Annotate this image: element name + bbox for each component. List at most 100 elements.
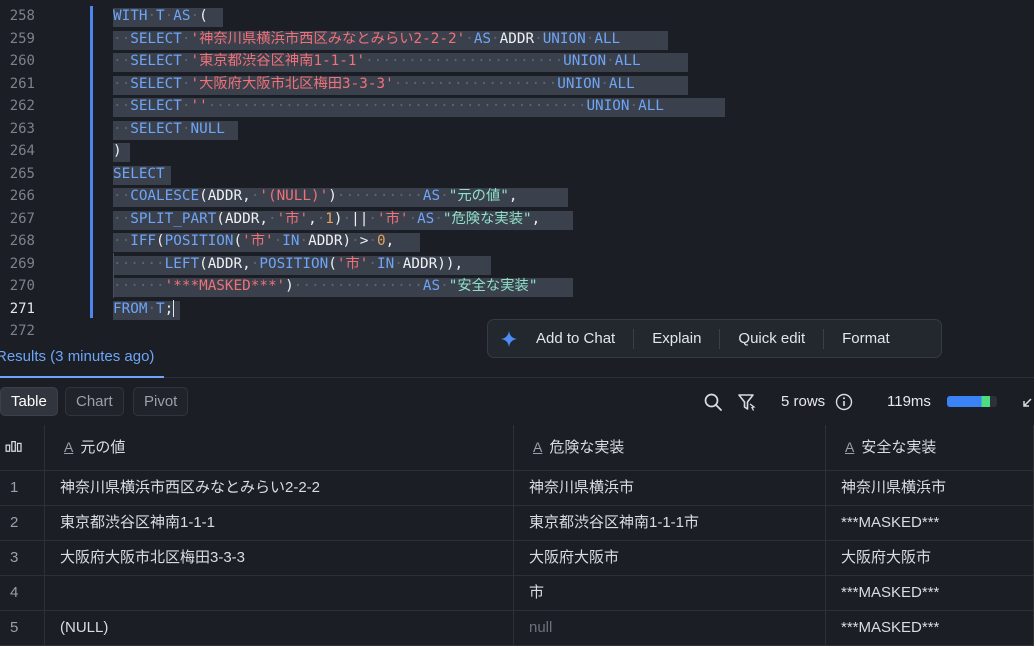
code-line[interactable]: 260 ··SELECT · '東京都渋谷区神南1-1-1'·············… <box>0 50 1034 72</box>
code-line[interactable]: 258 WITH·T·AS·( <box>0 5 1034 27</box>
query-duration: 119ms <box>887 393 931 410</box>
code-text: ··SELECT · '東京都渋谷区神南1-1-1'················… <box>113 50 641 72</box>
info-icon[interactable] <box>835 393 853 411</box>
results-toolbar: Table Chart Pivot 5 rows 119ms <box>0 378 1034 424</box>
code-token: '大阪府大阪市北区梅田3-3-3' <box>190 75 394 92</box>
code-token: SELECT <box>113 165 165 182</box>
code-text: ··IFF(POSITION('市'·IN·ADDR)·>·0, <box>113 230 394 252</box>
column-options-cell[interactable] <box>0 425 45 470</box>
column-header-label: 危険な実装 <box>549 439 625 456</box>
table-row[interactable]: 5 (NULL) null ***MASKED*** <box>0 610 1034 646</box>
table-row[interactable]: 4 市 ***MASKED*** <box>0 575 1034 611</box>
column-header[interactable]: A 元の値 <box>45 425 514 470</box>
table-cell[interactable]: ***MASKED*** <box>826 610 1034 645</box>
table-cell[interactable]: 大阪府大阪市 <box>514 540 826 575</box>
code-token: ALL <box>614 53 641 69</box>
line-number: 263 <box>9 120 35 137</box>
column-header[interactable]: A 安全な実装 <box>826 425 1034 470</box>
row-index: 3 <box>0 540 45 575</box>
line-number: 265 <box>9 165 35 182</box>
code-token: ADDR) <box>308 233 352 249</box>
line-number: 269 <box>9 255 35 272</box>
table-cell[interactable]: 大阪府大阪市北区梅田3-3-3 <box>45 540 514 575</box>
row-index: 1 <box>0 470 45 505</box>
table-cell[interactable]: ***MASKED*** <box>826 505 1034 540</box>
code-line[interactable]: 261 ··SELECT · '大阪府大阪市北区梅田3-3-3'···········… <box>0 73 1034 95</box>
code-token: · <box>368 255 377 272</box>
code-token: IN <box>376 255 395 272</box>
code-token: '***MASKED***' <box>164 278 286 294</box>
code-token: ·· <box>113 53 131 69</box>
table-row[interactable]: 1 神奈川県横浜市西区みなとみらい2-2-2 神奈川県横浜市 神奈川県横浜市 <box>0 470 1034 506</box>
code-token: LEFT <box>164 255 200 272</box>
code-token: · <box>368 233 377 249</box>
sql-editor[interactable]: 258 WITH·T·AS·(259 ··SELECT·'神奈川県横浜市西区みなとみ… <box>0 0 1034 340</box>
table-cell[interactable]: (NULL) <box>45 610 514 645</box>
code-line[interactable]: 262 ··SELECT · ''··························… <box>0 95 1034 117</box>
code-token: AS <box>417 210 435 227</box>
code-line[interactable]: 266 ··COALESCE(ADDR, · '(NULL)')··········A… <box>0 185 1034 207</box>
view-pivot-button[interactable]: Pivot <box>133 387 189 416</box>
table-cell[interactable]: 神奈川県横浜市 <box>826 470 1034 505</box>
view-table-button[interactable]: Table <box>0 387 58 416</box>
text-type-icon: A <box>64 439 74 455</box>
code-text: ··SELECT · ''·····························… <box>113 95 664 117</box>
view-chart-button[interactable]: Chart <box>65 387 124 416</box>
collapse-arrow-icon[interactable] <box>1020 396 1034 410</box>
code-token: , <box>508 188 518 204</box>
search-icon[interactable] <box>703 392 723 412</box>
line-number: 268 <box>9 233 35 249</box>
code-line[interactable]: 271 FROM·T; <box>0 298 1034 320</box>
code-line[interactable]: 259 ··SELECT·'神奈川県横浜市西区みなとみらい2-2-2'·AS·AD… <box>0 28 1034 50</box>
table-cell[interactable]: 東京都渋谷区神南1-1-1 <box>45 505 514 540</box>
table-cell[interactable]: 神奈川県横浜市西区みなとみらい2-2-2 <box>45 470 514 505</box>
code-line[interactable]: 269 ······LEFT(ADDR,·POSITION('市'·IN·ADDR… <box>0 253 1034 275</box>
row-index: 2 <box>0 505 45 540</box>
code-text: ··COALESCE(ADDR,·'(NULL)')··········AS·"… <box>113 185 517 207</box>
code-token: ; <box>164 300 174 317</box>
query-timing-fill <box>947 396 990 407</box>
code-token: 0 <box>376 233 386 249</box>
code-token: ··················· <box>393 75 558 92</box>
row-count: 5 rows <box>781 393 826 410</box>
columns-icon[interactable] <box>5 439 23 453</box>
code-token: · <box>606 53 615 69</box>
code-line[interactable]: 267 ··SPLIT_PART(ADDR,·'市',·1)·||·'市'·AS·… <box>0 208 1034 230</box>
code-token: ( <box>156 233 165 249</box>
row-index: 4 <box>0 575 45 610</box>
code-text: ··SELECT·NULL <box>113 118 225 140</box>
filter-icon[interactable] <box>737 392 757 412</box>
table-cell[interactable]: null <box>514 610 826 645</box>
line-number: 261 <box>9 75 35 92</box>
line-number: 270 <box>9 278 35 294</box>
code-token: SELECT <box>130 75 182 92</box>
line-number: 260 <box>9 53 35 69</box>
code-token: · <box>273 233 283 249</box>
code-token: ······ <box>113 255 165 272</box>
code-token: "危険な実装" <box>442 210 532 227</box>
table-cell[interactable]: 市 <box>514 575 826 610</box>
table-cell[interactable]: 大阪府大阪市 <box>826 540 1034 575</box>
code-token: · <box>534 30 543 47</box>
table-row[interactable]: 3 大阪府大阪市北区梅田3-3-3 大阪府大阪市 大阪府大阪市 <box>0 540 1034 576</box>
code-line[interactable]: 264) <box>0 140 1034 162</box>
code-line[interactable]: 265 SELECT <box>0 163 1034 185</box>
code-token: T <box>156 8 165 24</box>
table-cell[interactable]: 神奈川県横浜市 <box>514 470 826 505</box>
code-line[interactable]: 263 ··SELECT·NULL <box>0 118 1034 140</box>
table-cell[interactable]: ***MASKED*** <box>826 575 1034 610</box>
column-header[interactable]: A 危険な実装 <box>514 425 826 470</box>
code-token: · <box>147 300 157 317</box>
code-token: '市' <box>242 233 274 249</box>
code-line[interactable]: 270 ······'***MASKED***')···············A… <box>0 275 1034 297</box>
code-token: (ADDR, <box>199 255 251 272</box>
code-line[interactable]: 268 ··IFF(POSITION('市'·IN·ADDR)·>·0, <box>0 230 1034 252</box>
code-text: FROM·T; <box>113 298 175 320</box>
table-row[interactable]: 2 東京都渋谷区神南1-1-1 東京都渋谷区神南1-1-1市 ***MASKED*** <box>0 505 1034 541</box>
code-token: SELECT <box>130 30 182 47</box>
code-text: SELECT <box>113 163 165 185</box>
table-cell[interactable]: 東京都渋谷区神南1-1-1市 <box>514 505 826 540</box>
tab-results[interactable]: Results (3 minutes ago) <box>0 340 165 378</box>
row-index: 5 <box>0 610 45 645</box>
table-cell[interactable] <box>45 575 514 610</box>
